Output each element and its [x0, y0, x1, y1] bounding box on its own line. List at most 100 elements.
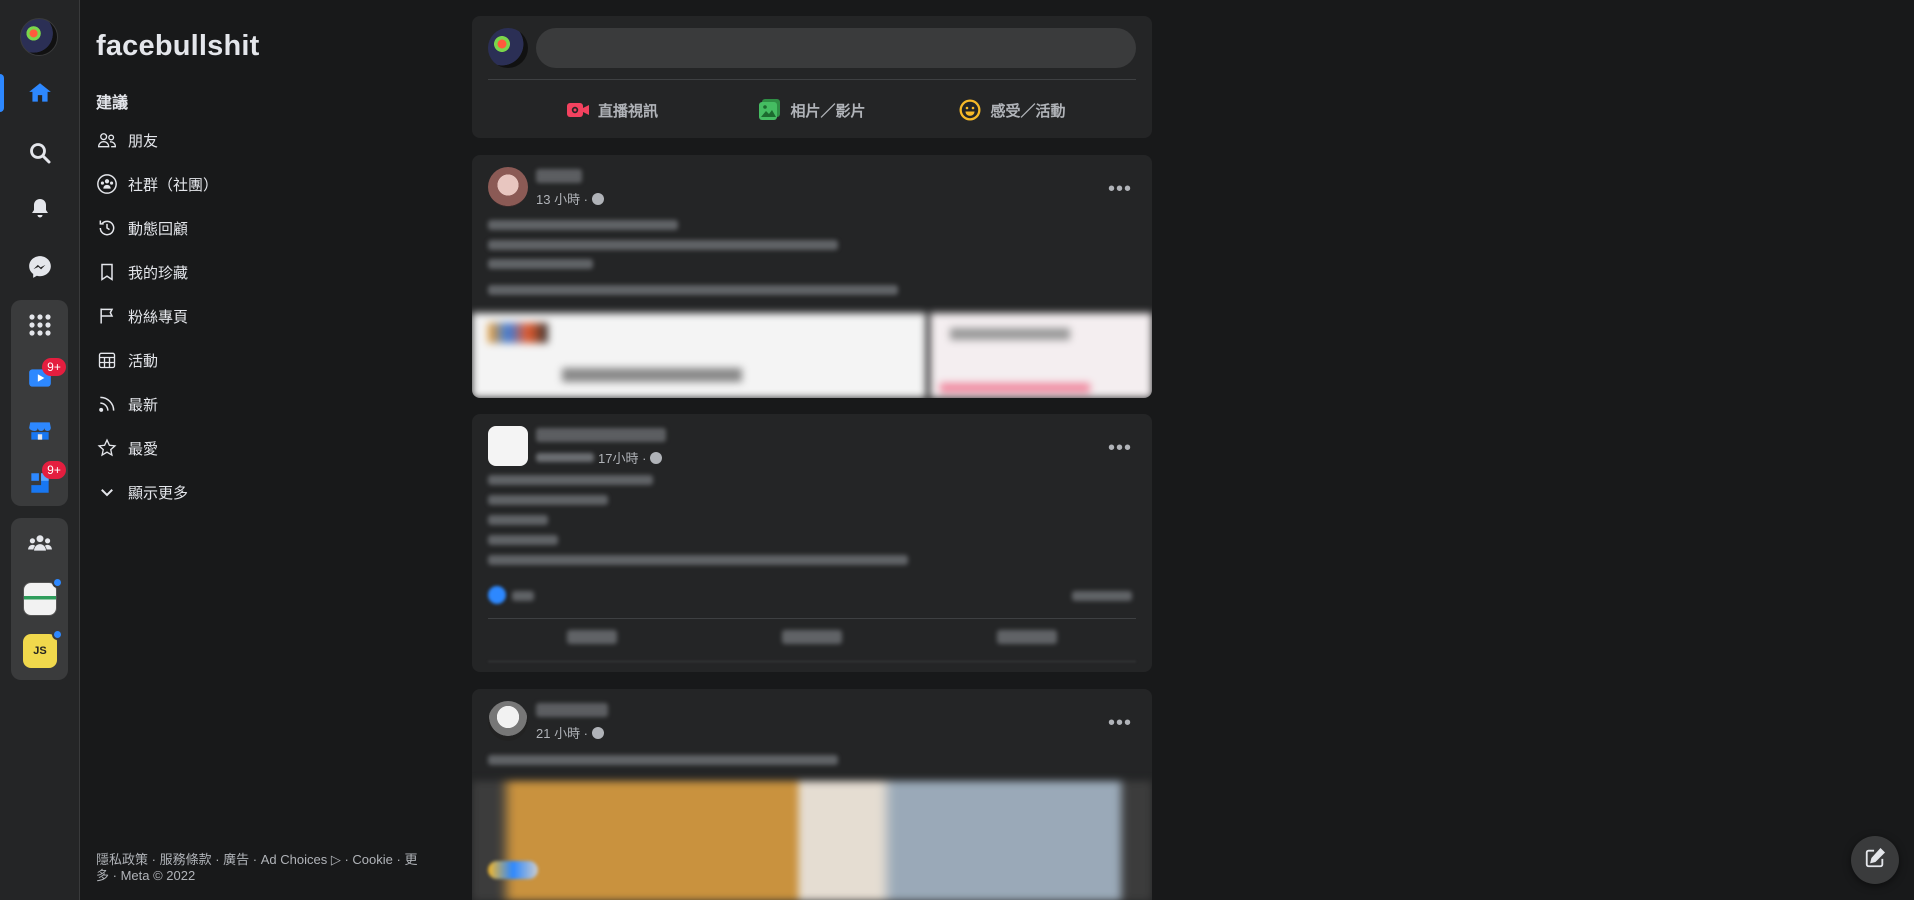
unread-dot: [52, 629, 63, 640]
post-text-blurred: [488, 495, 608, 505]
post-options-button[interactable]: •••: [1104, 432, 1136, 464]
post-subtitle-blurred: [536, 453, 594, 462]
feed-post: 17小時 · •••: [472, 414, 1152, 672]
footer-ads-link[interactable]: 廣告: [223, 852, 249, 867]
post-text-blurred: [488, 240, 838, 250]
live-video-button[interactable]: 直播視訊: [512, 90, 712, 130]
post-author-avatar[interactable]: [488, 426, 528, 466]
favorites-icon: [96, 437, 118, 459]
menu-item-saved[interactable]: 我的珍藏: [96, 257, 188, 287]
groups-icon[interactable]: [0, 518, 80, 568]
post-timestamp[interactable]: 21 小時 ·: [536, 723, 588, 742]
post-timestamp[interactable]: 13 小時 ·: [536, 189, 588, 208]
like-button-blurred[interactable]: [567, 630, 617, 644]
group-avatar-frontend[interactable]: [0, 574, 80, 624]
menu-heading: 建議: [96, 95, 129, 112]
home-icon[interactable]: [0, 68, 80, 118]
photo-video-button[interactable]: 相片／影片: [712, 90, 912, 130]
post-options-button[interactable]: •••: [1104, 707, 1136, 739]
photo-video-icon: [758, 98, 782, 122]
comment-button-blurred[interactable]: [782, 630, 842, 644]
menu-item-memories[interactable]: 動態回顧: [96, 213, 188, 243]
globe-icon: [592, 192, 605, 205]
menu-item-favorites[interactable]: 最愛: [96, 433, 158, 463]
post-author-name[interactable]: [536, 169, 582, 183]
search-icon[interactable]: [0, 128, 80, 178]
memories-icon: [96, 217, 118, 239]
feeling-icon: [958, 98, 982, 122]
share-button-blurred[interactable]: [997, 630, 1057, 644]
group-avatar-js[interactable]: JS: [0, 626, 80, 676]
divider: [488, 79, 1136, 80]
composer-input[interactable]: [536, 28, 1136, 68]
reaction-like-icon[interactable]: [488, 586, 506, 604]
menu-item-label: 我的珍藏: [128, 264, 189, 282]
gaming-badge: 9+: [42, 461, 66, 479]
adchoices-icon: ▷: [330, 852, 341, 867]
post-image-blurred[interactable]: [472, 781, 1152, 900]
composer-avatar[interactable]: [488, 28, 528, 68]
left-menu: facebullshit 建議 朋友 社群（社團） 動態回顧 我的珍藏 粉絲專頁…: [96, 0, 426, 900]
post-header: 21 小時 ·: [488, 701, 608, 741]
feed-icon: [96, 393, 118, 415]
menu-item-label: 最愛: [128, 440, 159, 458]
post-author-name[interactable]: [536, 428, 666, 442]
menu-item-label: 朋友: [128, 132, 159, 150]
footer-privacy-link[interactable]: 隱私政策: [96, 852, 148, 867]
post-composer: 直播視訊 相片／影片 感受／活動: [472, 16, 1152, 138]
globe-icon: [592, 726, 605, 739]
more-icon: •••: [1107, 711, 1132, 734]
post-author-avatar[interactable]: [488, 701, 528, 741]
feeling-activity-button[interactable]: 感受／活動: [912, 90, 1112, 130]
messenger-icon[interactable]: [0, 242, 80, 292]
marketplace-icon[interactable]: [0, 406, 80, 456]
post-options-button[interactable]: •••: [1104, 173, 1136, 205]
post-header: 17小時 ·: [488, 426, 666, 466]
reaction-icons-blurred[interactable]: [488, 861, 538, 879]
more-icon: •••: [1107, 436, 1132, 459]
post-text-blurred: [488, 515, 548, 525]
globe-icon: [650, 451, 663, 464]
menu-item-events[interactable]: 活動: [96, 345, 158, 375]
footer-terms-link[interactable]: 服務條款: [160, 852, 212, 867]
post-image-blurred[interactable]: [930, 313, 1152, 398]
watch-badge: 9+: [42, 358, 66, 376]
post-text-blurred: [488, 555, 908, 565]
events-icon: [96, 349, 118, 371]
post-author-name[interactable]: [536, 703, 608, 717]
menu-item-pages[interactable]: 粉絲專頁: [96, 301, 188, 331]
footer-adchoices-link[interactable]: Ad Choices: [261, 852, 327, 867]
post-text-blurred: [488, 755, 838, 765]
menu-item-label: 最新: [128, 396, 159, 414]
menu-item-label: 活動: [128, 352, 159, 370]
menu-item-friends[interactable]: 朋友: [96, 125, 158, 155]
feed-post: 21 小時 · •••: [472, 689, 1152, 900]
footer-cookie-link[interactable]: Cookie: [352, 852, 392, 867]
post-text-blurred: [488, 535, 558, 545]
chevron-down-icon: [96, 481, 118, 503]
groups-icon: [96, 173, 118, 195]
new-message-button[interactable]: [1851, 836, 1899, 884]
left-rail: 9+ 9+ JS: [0, 0, 80, 900]
menu-item-groups[interactable]: 社群（社團）: [96, 169, 218, 199]
post-timestamp[interactable]: 17小時 ·: [598, 448, 646, 467]
compose-icon: [1864, 847, 1886, 874]
post-text-blurred: [488, 475, 653, 485]
post-author-avatar[interactable]: [488, 167, 528, 207]
reaction-count-blurred[interactable]: [512, 591, 534, 601]
divider: [488, 618, 1136, 619]
menu-item-show-more[interactable]: 顯示更多: [96, 477, 188, 507]
gaming-icon[interactable]: 9+: [0, 458, 80, 508]
watch-icon[interactable]: 9+: [0, 353, 80, 403]
profile-avatar[interactable]: [20, 18, 58, 56]
post-image-blurred[interactable]: [472, 313, 926, 398]
post-text-blurred: [488, 285, 898, 295]
comment-count-blurred[interactable]: [1072, 591, 1132, 601]
saved-icon: [96, 261, 118, 283]
apps-grid-icon[interactable]: [0, 300, 80, 350]
notifications-icon[interactable]: [0, 184, 80, 234]
more-icon: •••: [1107, 177, 1132, 200]
feed-post: 13 小時 · •••: [472, 155, 1152, 398]
menu-item-feed[interactable]: 最新: [96, 389, 158, 419]
brand-title[interactable]: facebullshit: [96, 30, 260, 63]
